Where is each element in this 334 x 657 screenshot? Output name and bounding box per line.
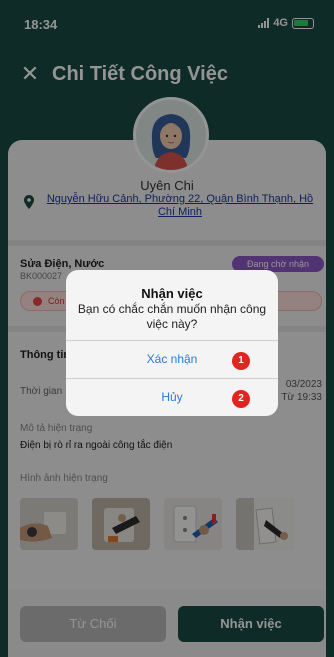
app-screen: 18:34 4G ✕ Chi Tiết Công Việc Uyên Chi N… — [0, 0, 334, 657]
dialog-title: Nhận việc — [141, 286, 203, 301]
step-badge-2: 2 — [232, 390, 250, 408]
step-badge-1: 1 — [232, 352, 250, 370]
dialog-message: Bạn có chắc chắn muốn nhận công việc này… — [77, 302, 267, 331]
